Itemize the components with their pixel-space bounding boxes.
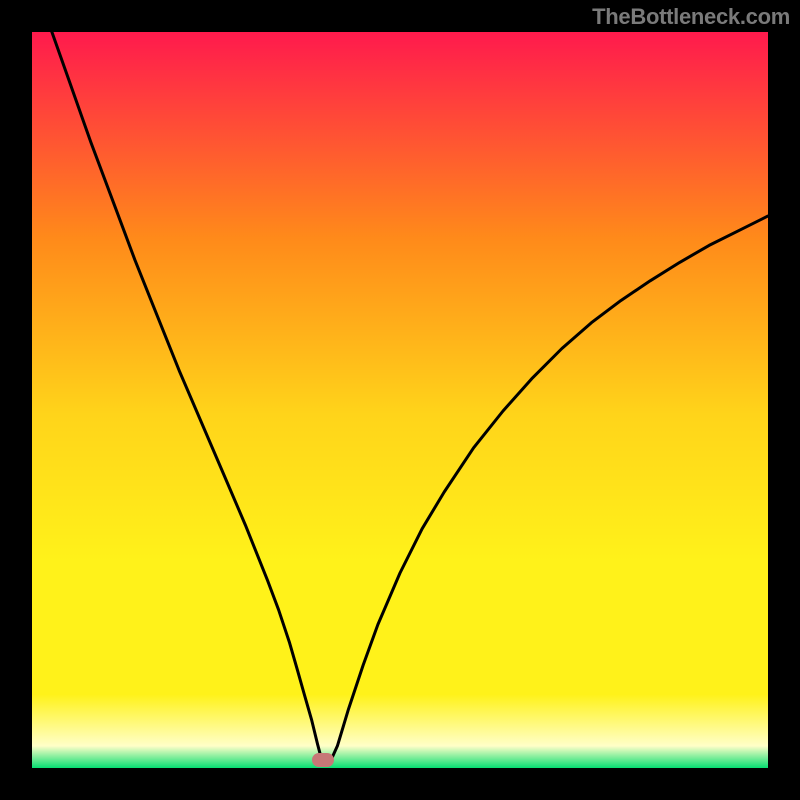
watermark-text: TheBottleneck.com xyxy=(592,4,790,30)
bottleneck-chart xyxy=(0,0,800,800)
chart-container: TheBottleneck.com xyxy=(0,0,800,800)
optimum-marker xyxy=(312,753,334,767)
plot-background xyxy=(32,32,768,768)
